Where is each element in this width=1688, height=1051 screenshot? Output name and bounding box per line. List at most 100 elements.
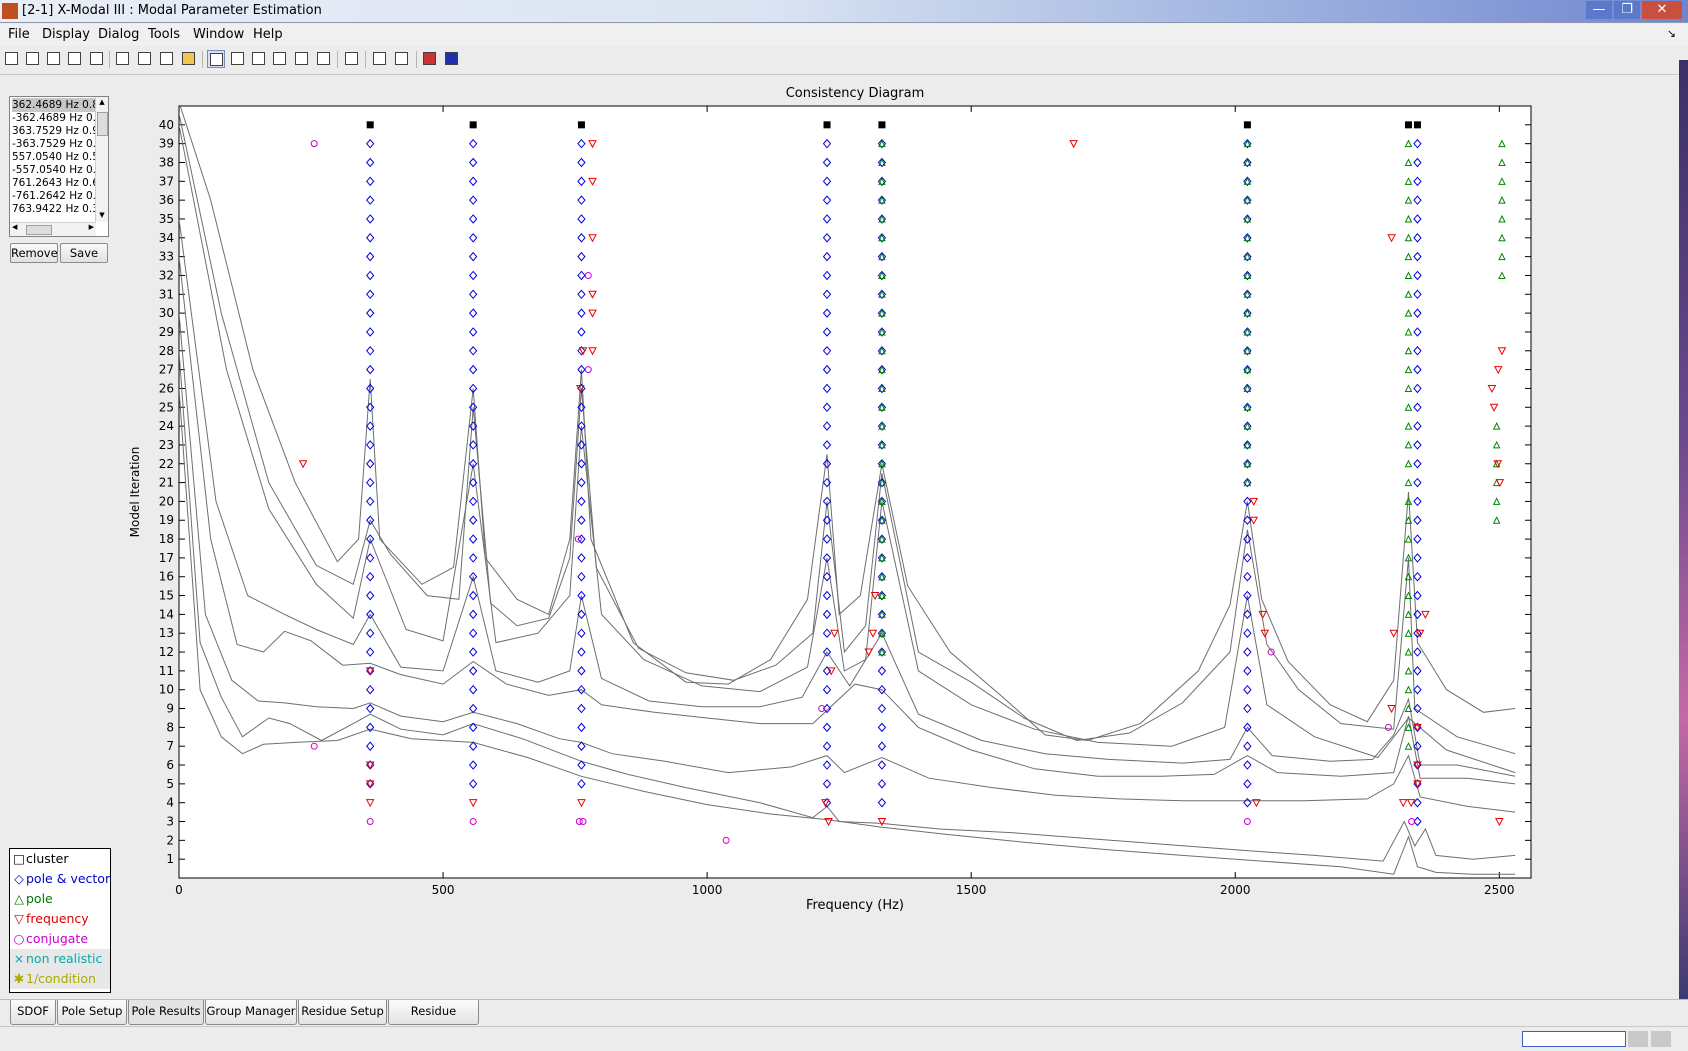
pole-list-item[interactable]: -362.4689 Hz 0.8 bbox=[12, 111, 96, 125]
tab-sdof[interactable]: SDOF bbox=[10, 1000, 56, 1025]
graph-zoom-icon[interactable] bbox=[393, 50, 411, 68]
menu-window[interactable]: Window bbox=[193, 27, 244, 42]
cluster-marker bbox=[878, 121, 886, 129]
envelope-icon[interactable] bbox=[136, 50, 154, 68]
window-titlebar[interactable]: [2-1] X-Modal III : Modal Parameter Esti… bbox=[0, 0, 1688, 23]
legend-item: × non realistic bbox=[10, 949, 110, 969]
pan-icon[interactable] bbox=[229, 50, 247, 68]
cluster-marker bbox=[366, 121, 374, 129]
hscroll-thumb[interactable] bbox=[26, 225, 52, 235]
legend-label: cluster bbox=[26, 851, 69, 866]
y-tick-label: 18 bbox=[159, 532, 174, 546]
legend-label: frequency bbox=[26, 911, 89, 926]
legend-item: □cluster bbox=[10, 849, 110, 869]
paint-icon[interactable] bbox=[421, 50, 439, 68]
probe-icon[interactable] bbox=[250, 50, 268, 68]
pole-list-item[interactable]: 557.0540 Hz 0.5 bbox=[12, 150, 96, 164]
zoom-icon[interactable] bbox=[207, 50, 225, 68]
listbox-horizontal-scrollbar[interactable]: ◀ ▶ bbox=[10, 222, 96, 236]
y-tick-label: 20 bbox=[159, 494, 174, 508]
close-button[interactable]: ✕ bbox=[1642, 1, 1682, 19]
pole-listbox[interactable]: 763.9422 Hz 0.3 -761.2642 Hz 0.6 761.2643 … bbox=[9, 96, 109, 237]
y-tick-label: 22 bbox=[159, 457, 174, 471]
cluster-marker bbox=[1404, 121, 1412, 129]
tab-residue-setup[interactable]: Residue Setup bbox=[298, 1000, 387, 1025]
y-axis-label: Model Iteration bbox=[128, 447, 142, 538]
y-tick-label: 2 bbox=[166, 833, 174, 847]
y-tick-label: 12 bbox=[159, 645, 174, 659]
pole-list-item[interactable]: 362.4689 Hz 0.8 bbox=[12, 98, 96, 112]
expand-icon[interactable] bbox=[315, 50, 333, 68]
open-icon-glyph bbox=[26, 52, 39, 65]
menu-tools[interactable]: Tools bbox=[148, 27, 180, 42]
pole-list-item[interactable]: 763.9422 Hz 0.3 bbox=[12, 202, 96, 216]
scroll-right-icon[interactable]: ▶ bbox=[89, 223, 94, 231]
y-tick-label: 6 bbox=[166, 758, 174, 772]
select-icon[interactable] bbox=[293, 50, 311, 68]
chart-title: Consistency Diagram bbox=[786, 86, 925, 101]
tab-group-manager[interactable]: Group Manager bbox=[205, 1000, 297, 1025]
pole-list-item[interactable]: -761.2642 Hz 0.6 bbox=[12, 189, 96, 203]
pole-list-item[interactable]: 761.2643 Hz 0.6 bbox=[12, 176, 96, 190]
legend-label: non realistic bbox=[26, 951, 103, 966]
x-axis-label: Frequency (Hz) bbox=[806, 898, 904, 913]
save-icon[interactable] bbox=[45, 50, 63, 68]
legend-label: pole bbox=[26, 891, 53, 906]
save-button[interactable]: Save bbox=[60, 243, 108, 263]
minimize-button[interactable]: — bbox=[1586, 1, 1612, 19]
menu-dialog[interactable]: Dialog bbox=[98, 27, 139, 42]
menu-file[interactable]: File bbox=[8, 27, 30, 42]
menu-display[interactable]: Display bbox=[42, 27, 90, 42]
copy-icon-glyph bbox=[90, 52, 103, 65]
y-tick-label: 9 bbox=[166, 702, 174, 716]
cursor-icon-glyph bbox=[273, 52, 286, 65]
camera-icon[interactable] bbox=[158, 50, 176, 68]
y-tick-label: 21 bbox=[159, 476, 174, 490]
folder-icon-glyph bbox=[182, 52, 195, 65]
consistency-diagram[interactable]: Consistency Diagram Frequency (Hz) Model I… bbox=[118, 75, 1688, 999]
scroll-thumb[interactable] bbox=[97, 112, 108, 136]
tab-residue-results[interactable]: Residue Results bbox=[388, 1000, 479, 1040]
legend-symbol-icon: △ bbox=[14, 891, 24, 906]
menu-dock-icon[interactable]: ↘ bbox=[1667, 27, 1676, 40]
grid-icon[interactable] bbox=[443, 50, 461, 68]
expand-icon-glyph bbox=[317, 52, 330, 65]
pole-list-item[interactable]: 363.7529 Hz 0.9 bbox=[12, 124, 96, 138]
y-tick-label: 34 bbox=[159, 231, 174, 245]
pan-icon-glyph bbox=[231, 52, 244, 65]
toolbar-separator bbox=[416, 51, 417, 68]
graph-zoom-icon-glyph bbox=[395, 52, 408, 65]
page-icon[interactable] bbox=[114, 50, 132, 68]
toolbar-separator bbox=[337, 51, 338, 68]
tab-pole-setup[interactable]: Pole Setup bbox=[57, 1000, 127, 1025]
y-tick-label: 7 bbox=[166, 739, 174, 753]
menu-help[interactable]: Help bbox=[253, 27, 283, 42]
y-tick-label: 4 bbox=[166, 796, 174, 810]
legend-symbol-icon: ◇ bbox=[14, 871, 24, 886]
new-icon[interactable] bbox=[3, 50, 21, 68]
copy-icon[interactable] bbox=[88, 50, 106, 68]
cursor-icon[interactable] bbox=[271, 50, 289, 68]
y-tick-label: 24 bbox=[159, 419, 174, 433]
pole-list-item[interactable]: -363.7529 Hz 0.9 bbox=[12, 137, 96, 151]
status-field bbox=[1522, 1031, 1626, 1047]
tab-pole-results[interactable]: Pole Results bbox=[128, 1000, 204, 1025]
print-icon[interactable] bbox=[66, 50, 84, 68]
pointer-icon[interactable] bbox=[343, 50, 361, 68]
y-tick-label: 39 bbox=[159, 137, 174, 151]
maximize-button[interactable]: ❐ bbox=[1614, 1, 1640, 19]
legend-symbol-icon: ○ bbox=[13, 931, 25, 946]
pole-list-item[interactable]: -557.0540 Hz 0.5 bbox=[12, 163, 96, 177]
remove-button[interactable]: Remove bbox=[10, 243, 58, 263]
open-icon[interactable] bbox=[24, 50, 42, 68]
legend-label: conjugate bbox=[26, 931, 89, 946]
scroll-left-icon[interactable]: ◀ bbox=[12, 223, 17, 231]
scroll-up-icon[interactable]: ▲ bbox=[97, 98, 107, 108]
y-tick-label: 13 bbox=[159, 626, 174, 640]
folder-icon[interactable] bbox=[180, 50, 198, 68]
y-tick-label: 14 bbox=[159, 607, 174, 621]
listbox-vertical-scrollbar[interactable]: ▲ ▼ bbox=[95, 97, 108, 222]
y-tick-label: 40 bbox=[159, 118, 174, 132]
graph-icon[interactable] bbox=[371, 50, 389, 68]
scroll-down-icon[interactable]: ▼ bbox=[97, 211, 107, 221]
